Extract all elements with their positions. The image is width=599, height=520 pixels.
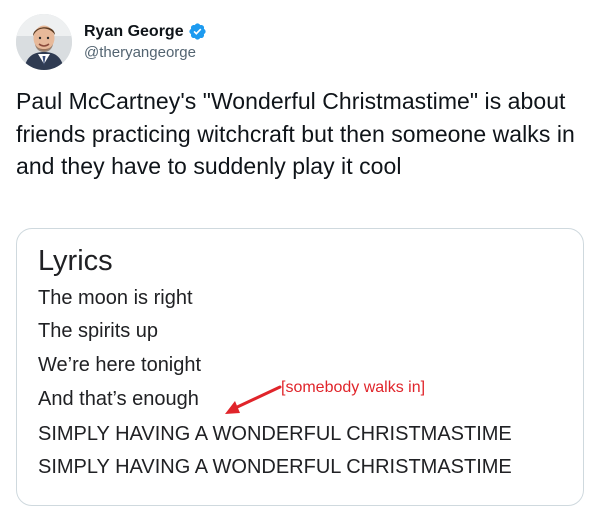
tweet-header: Ryan George @theryangeorge xyxy=(16,12,207,72)
author-handle[interactable]: @theryangeorge xyxy=(84,43,207,63)
tweet-text: Paul McCartney's "Wonderful Christmastim… xyxy=(16,88,575,179)
lyric-line: SIMPLY HAVING A WONDERFUL CHRISTMASTIME xyxy=(38,456,512,478)
tweet[interactable]: Ryan George @theryangeorge Paul McCartne… xyxy=(0,0,599,520)
lyrics-title: Lyrics xyxy=(38,245,113,277)
avatar-photo-icon xyxy=(16,14,72,70)
tweet-media-card[interactable]: Lyrics The moon is right The spirits up … xyxy=(16,228,584,506)
lyric-line: And that’s enough xyxy=(38,388,199,410)
lyric-line: The spirits up xyxy=(38,320,159,342)
avatar[interactable] xyxy=(16,14,72,70)
lyric-line: The moon is right xyxy=(38,287,193,309)
red-arrow-icon xyxy=(225,385,282,414)
lyric-line: We’re here tonight xyxy=(38,354,202,376)
annotation-text: [somebody walks in] xyxy=(281,379,426,396)
lyric-line: SIMPLY HAVING A WONDERFUL CHRISTMASTIME xyxy=(38,423,512,445)
verified-badge-icon xyxy=(188,22,207,41)
author-info: Ryan George @theryangeorge xyxy=(84,22,207,63)
name-row: Ryan George xyxy=(84,22,207,42)
author-display-name[interactable]: Ryan George xyxy=(84,22,184,42)
